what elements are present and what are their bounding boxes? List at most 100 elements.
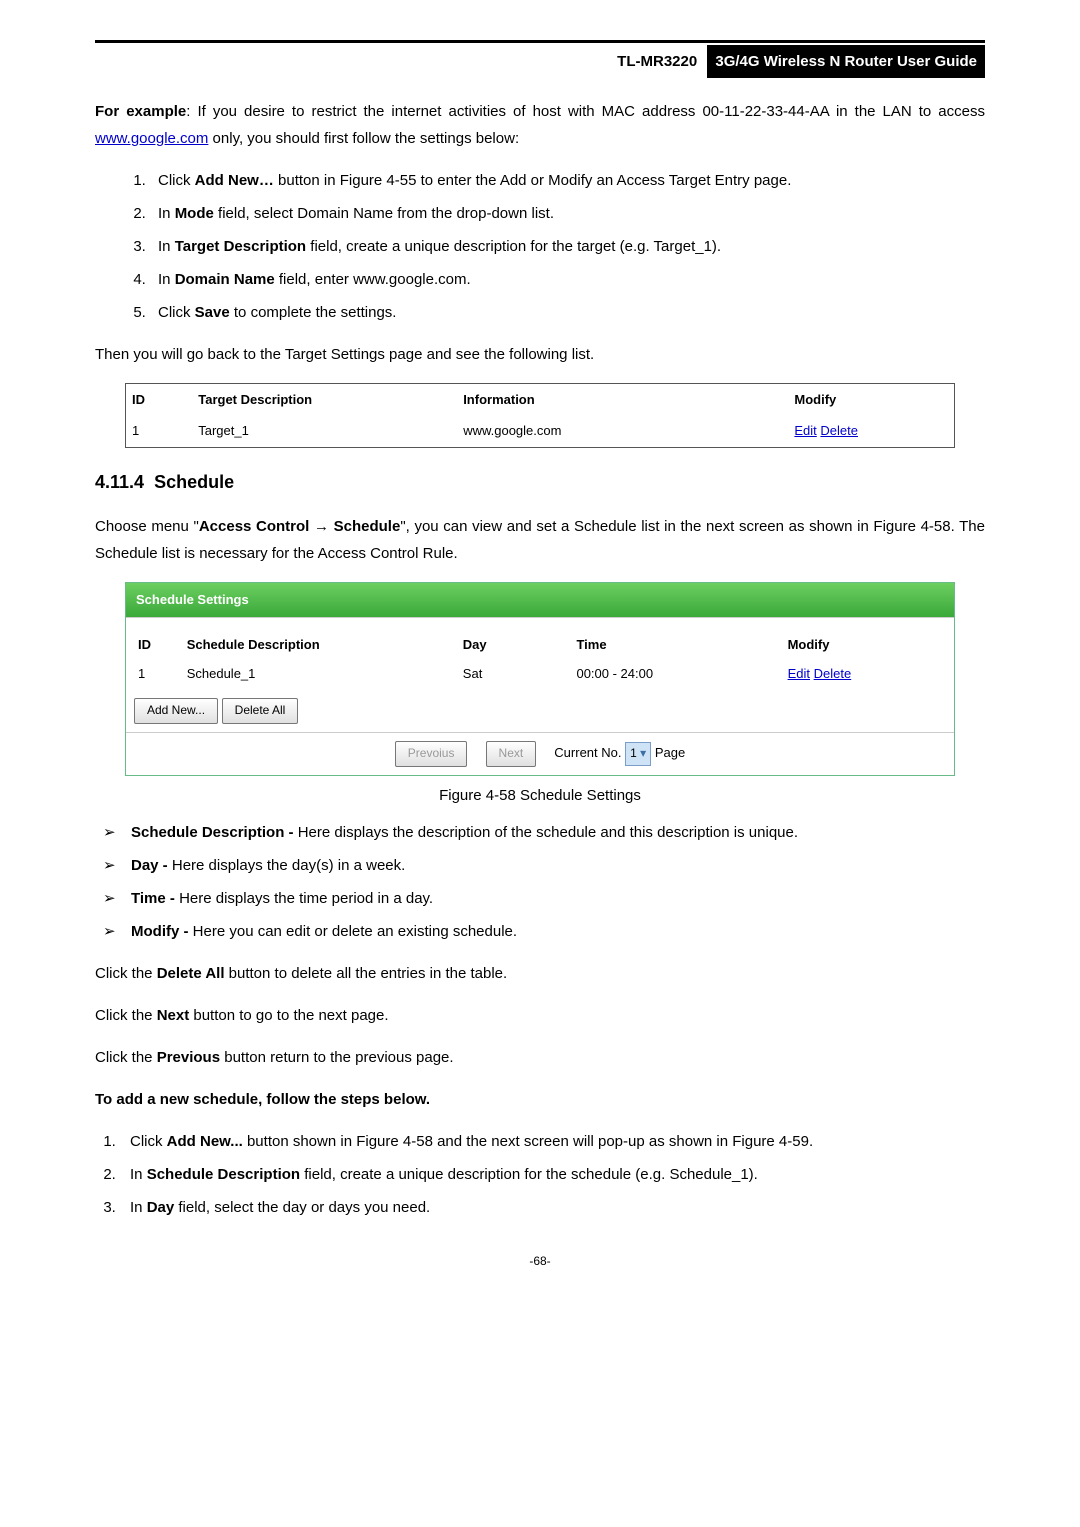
t: Day - bbox=[131, 857, 168, 874]
t: Modify - bbox=[131, 923, 189, 940]
target-table-figure: ID Target Description Information Modify… bbox=[125, 383, 955, 448]
t: Click bbox=[158, 172, 195, 189]
step-2: In Mode field, select Domain Name from t… bbox=[150, 200, 985, 227]
t: Choose menu " bbox=[95, 518, 199, 535]
intro-text-1: : If you desire to restrict the internet… bbox=[186, 103, 985, 120]
step-5: Click Save to complete the settings. bbox=[150, 299, 985, 326]
table-header-row: ID Schedule Description Day Time Modify bbox=[134, 630, 946, 659]
t: Mode bbox=[175, 205, 214, 222]
t: button in Figure 4-55 to enter the Add o… bbox=[274, 172, 792, 189]
t: Add New… bbox=[195, 172, 274, 189]
t: Access Control bbox=[199, 518, 310, 535]
edit-link[interactable]: Edit bbox=[788, 666, 810, 681]
example-steps-list: Click Add New… button in Figure 4-55 to … bbox=[150, 167, 985, 326]
add-new-button[interactable]: Add New... bbox=[134, 698, 218, 724]
step-4: In Domain Name field, enter www.google.c… bbox=[150, 266, 985, 293]
delete-link[interactable]: Delete bbox=[814, 666, 852, 681]
list-item: Modify - Here you can edit or delete an … bbox=[103, 918, 985, 945]
col-modify: Modify bbox=[788, 384, 954, 415]
previous-button[interactable]: Prevoius bbox=[395, 741, 468, 767]
google-link[interactable]: www.google.com bbox=[95, 130, 208, 147]
t: Domain Name bbox=[175, 271, 275, 288]
col-day: Day bbox=[459, 630, 573, 659]
t: In bbox=[158, 238, 175, 255]
step-3: In Target Description field, create a un… bbox=[150, 233, 985, 260]
cell-id: 1 bbox=[134, 659, 183, 688]
t: Time - bbox=[131, 890, 175, 907]
delete-all-button[interactable]: Delete All bbox=[222, 698, 299, 724]
section-heading: 4.11.4 Schedule bbox=[95, 466, 985, 498]
delete-link[interactable]: Delete bbox=[820, 423, 858, 438]
t: field, enter www.google.com. bbox=[275, 271, 471, 288]
cell-info: www.google.com bbox=[457, 415, 788, 446]
t: Delete All bbox=[157, 965, 225, 982]
t: button to delete all the entries in the … bbox=[225, 965, 508, 982]
t: In bbox=[158, 205, 175, 222]
t: Target Description bbox=[175, 238, 306, 255]
list-item: Schedule Description - Here displays the… bbox=[103, 819, 985, 846]
intro-paragraph: For example: If you desire to restrict t… bbox=[95, 98, 985, 152]
page-label: Page bbox=[655, 745, 685, 760]
click-line-1: Click the Delete All button to delete al… bbox=[95, 960, 985, 987]
col-modify: Modify bbox=[784, 630, 946, 659]
t: Here displays the day(s) in a week. bbox=[168, 857, 406, 874]
cell-desc: Schedule_1 bbox=[183, 659, 459, 688]
step-2: In Schedule Description field, create a … bbox=[120, 1161, 985, 1188]
cell-time: 00:00 - 24:00 bbox=[572, 659, 783, 688]
t: Schedule Description bbox=[147, 1166, 300, 1183]
section-title: Schedule bbox=[154, 472, 234, 492]
section-number: 4.11.4 bbox=[95, 472, 144, 492]
t: button shown in Figure 4-58 and the next… bbox=[243, 1133, 813, 1150]
t: Here you can edit or delete an existing … bbox=[189, 923, 518, 940]
guide-title: 3G/4G Wireless N Router User Guide bbox=[707, 45, 985, 78]
col-time: Time bbox=[572, 630, 783, 659]
intro-text-2: only, you should first follow the settin… bbox=[208, 130, 519, 147]
cell-id: 1 bbox=[126, 415, 192, 446]
cell-modify: Edit Delete bbox=[788, 415, 954, 446]
table-row: 1 Target_1 www.google.com Edit Delete bbox=[126, 415, 954, 446]
page-number: -68- bbox=[95, 1251, 985, 1273]
t: to complete the settings. bbox=[230, 304, 397, 321]
click-line-3: Click the Previous button return to the … bbox=[95, 1044, 985, 1071]
t: Click the bbox=[95, 1049, 157, 1066]
next-button[interactable]: Next bbox=[486, 741, 537, 767]
t: Click the bbox=[95, 1007, 157, 1024]
cell-desc: Target_1 bbox=[192, 415, 457, 446]
t: field, select the day or days you need. bbox=[174, 1199, 430, 1216]
t: Save bbox=[195, 304, 230, 321]
schedule-intro: Choose menu "Access Control → Schedule",… bbox=[95, 513, 985, 567]
model-label: TL-MR3220 bbox=[611, 51, 703, 72]
col-desc: Schedule Description bbox=[183, 630, 459, 659]
col-desc: Target Description bbox=[192, 384, 457, 415]
col-id: ID bbox=[134, 630, 183, 659]
t: Click bbox=[158, 304, 195, 321]
t: field, create a unique description for t… bbox=[300, 1166, 758, 1183]
page-select[interactable]: 1 ▾ bbox=[625, 742, 651, 766]
t: field, create a unique description for t… bbox=[306, 238, 721, 255]
current-no-label: Current No. bbox=[554, 745, 621, 760]
add-steps-list: Click Add New... button shown in Figure … bbox=[120, 1128, 985, 1221]
chevron-down-icon: ▾ bbox=[640, 746, 646, 760]
t: Next bbox=[157, 1007, 190, 1024]
table-row: 1 Schedule_1 Sat 00:00 - 24:00 Edit Dele… bbox=[134, 659, 946, 688]
t: Schedule Description - bbox=[131, 824, 294, 841]
step-3: In Day field, select the day or days you… bbox=[120, 1194, 985, 1221]
step-1: Click Add New… button in Figure 4-55 to … bbox=[150, 167, 985, 194]
t: Click bbox=[130, 1133, 167, 1150]
t: Previous bbox=[157, 1049, 220, 1066]
t: In bbox=[158, 271, 175, 288]
click-line-2: Click the Next button to go to the next … bbox=[95, 1002, 985, 1029]
intro-lead: For example bbox=[95, 103, 186, 120]
t: Day bbox=[147, 1199, 175, 1216]
page-header: TL-MR3220 3G/4G Wireless N Router User G… bbox=[95, 45, 985, 78]
t: In bbox=[130, 1166, 147, 1183]
panel-title: Schedule Settings bbox=[126, 583, 954, 617]
t: field, select Domain Name from the drop-… bbox=[214, 205, 554, 222]
col-id: ID bbox=[126, 384, 192, 415]
t: Here displays the time period in a day. bbox=[175, 890, 433, 907]
page-value: 1 bbox=[630, 746, 637, 760]
edit-link[interactable]: Edit bbox=[794, 423, 816, 438]
cell-modify: Edit Delete bbox=[784, 659, 946, 688]
t: Here displays the description of the sch… bbox=[294, 824, 798, 841]
t: Click the bbox=[95, 965, 157, 982]
